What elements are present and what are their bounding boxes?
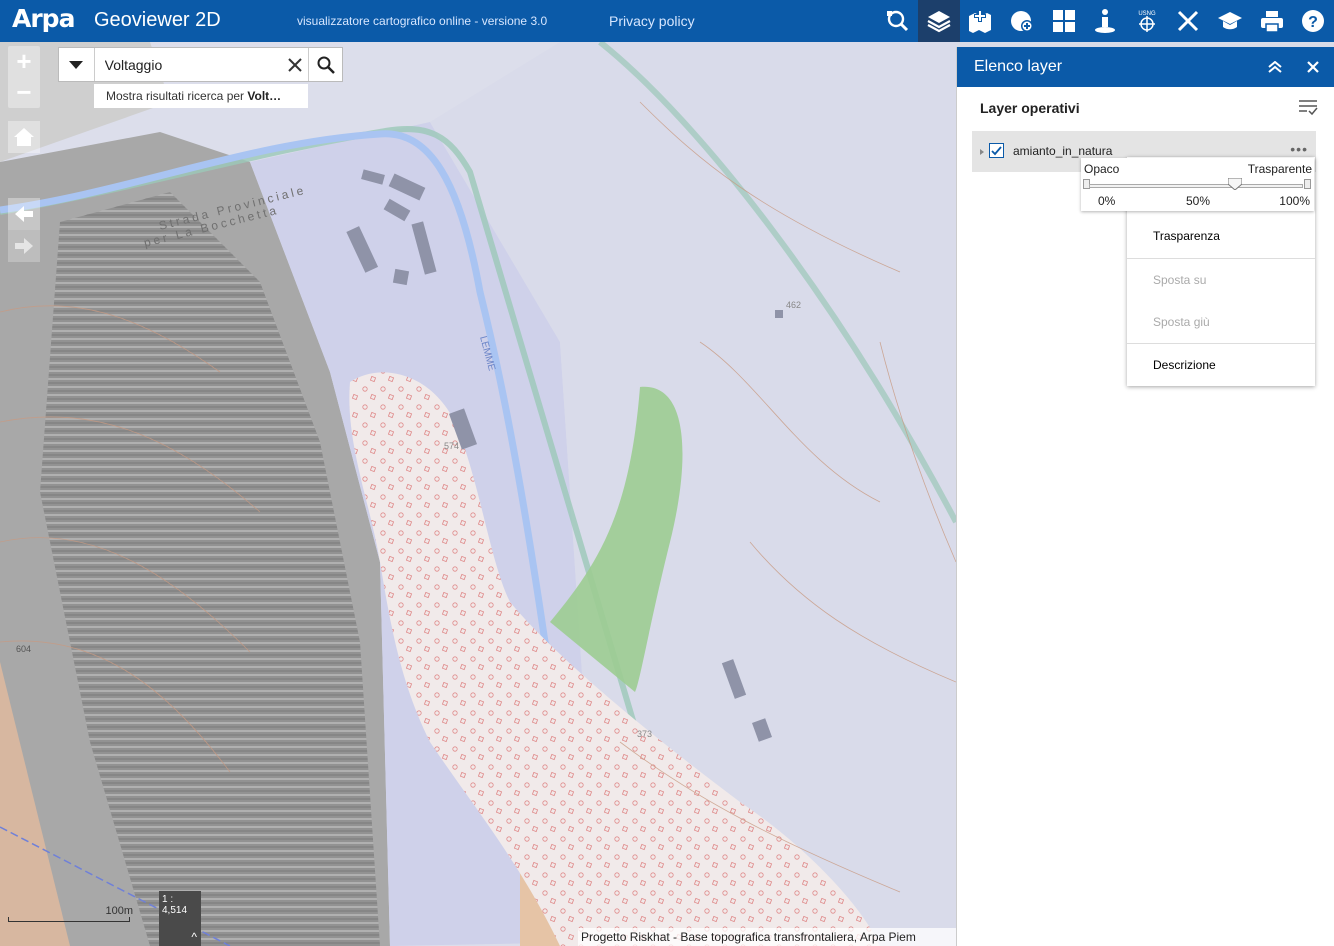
chevron-up-icon: ^: [191, 930, 197, 944]
basemap-tool-button[interactable]: [1001, 0, 1043, 42]
help-icon: ?: [1302, 10, 1325, 32]
map-view[interactable]: Strada Provinciale per La Bocchetta LEMM…: [0, 42, 956, 946]
arpa-logo[interactable]: Arpa: [12, 4, 84, 38]
close-icon: [1307, 61, 1319, 73]
menu-item-move-down[interactable]: Sposta giù: [1153, 315, 1210, 329]
home-button[interactable]: [8, 121, 40, 153]
education-tool-button[interactable]: [1209, 0, 1251, 42]
caret-down-icon: [69, 60, 84, 69]
transparency-slider-popup: Opaco Trasparente 0% 50% 100%: [1081, 158, 1314, 211]
elevation-label: 373: [637, 729, 652, 739]
search-icon: [317, 56, 335, 74]
elevation-label: 574: [444, 441, 459, 451]
panel-header: Elenco layer: [957, 47, 1334, 87]
add-data-icon: [969, 10, 992, 33]
scale-ratio-value: 4,514: [162, 905, 188, 916]
measure-tool-button[interactable]: [1168, 0, 1210, 42]
expand-layer-icon[interactable]: [980, 149, 984, 155]
print-tool-button[interactable]: [1251, 0, 1293, 42]
basemap-icon: [1011, 11, 1034, 32]
menu-item-transparency[interactable]: Trasparenza: [1153, 229, 1220, 243]
search-source-dropdown[interactable]: [59, 48, 95, 81]
app-subtitle: visualizzatore cartografico online - ver…: [297, 14, 548, 28]
help-tool-button[interactable]: ?: [1292, 0, 1334, 42]
collapse-panel-button[interactable]: [1265, 57, 1285, 77]
toolbar: USNG ?: [876, 0, 1334, 42]
search-box: [58, 47, 343, 82]
scale-bar-label: 100m: [105, 905, 133, 917]
arrow-left-icon: [15, 206, 33, 222]
menu-divider: [1127, 343, 1315, 344]
layers-icon: [927, 11, 951, 33]
section-title: Layer operativi: [980, 100, 1080, 116]
home-icon: [14, 128, 34, 146]
tick-label: 0%: [1098, 194, 1116, 208]
close-panel-button[interactable]: [1303, 57, 1323, 77]
map-canvas: Strada Provinciale per La Bocchetta LEMM…: [0, 42, 956, 946]
panel-title: Elenco layer: [974, 58, 1063, 75]
print-icon: [1260, 11, 1283, 33]
suggestion-term: Volt…: [247, 89, 282, 103]
scale-widget[interactable]: 1 : 4,514 ^: [159, 891, 201, 946]
layer-name: amianto_in_natura: [1013, 144, 1113, 158]
scale-bar: 100m: [8, 905, 133, 925]
chevron-double-up-icon: [1268, 61, 1282, 73]
privacy-policy-link[interactable]: Privacy policy: [609, 13, 695, 29]
list-options-icon: [1299, 100, 1318, 116]
measure-icon: [1178, 10, 1199, 32]
info-icon: [1095, 9, 1116, 33]
transparency-slider-thumb[interactable]: [1227, 178, 1242, 190]
opacity-low-label: Opaco: [1084, 162, 1120, 176]
app-header: Arpa Geoviewer 2D visualizzatore cartogr…: [0, 0, 1334, 42]
info-tool-button[interactable]: [1084, 0, 1126, 42]
search-input[interactable]: [94, 48, 283, 81]
elevation-label: 462: [786, 300, 801, 310]
search-suggestion[interactable]: Mostra risultati ricerca per Volt…: [94, 84, 308, 108]
close-icon: [288, 57, 303, 72]
next-extent-button[interactable]: [8, 230, 40, 262]
tick-label: 50%: [1186, 194, 1211, 208]
scale-ratio-label: 1 :: [162, 894, 174, 905]
layer-options-button[interactable]: [1298, 99, 1318, 122]
clear-search-button[interactable]: [283, 48, 309, 81]
zoom-control: + −: [8, 46, 40, 108]
coordinates-tool-button[interactable]: USNG: [1126, 0, 1168, 42]
query-icon: [887, 10, 909, 32]
transparency-slider-track[interactable]: [1089, 184, 1303, 188]
svg-text:?: ?: [1308, 14, 1318, 31]
education-icon: [1218, 12, 1243, 30]
app-title: Geoviewer 2D: [94, 9, 221, 31]
map-attribution: Progetto Riskhat - Base topografica tran…: [578, 928, 956, 946]
logo-text: Arpa: [12, 4, 75, 33]
coordinates-icon: USNG: [1138, 11, 1156, 32]
menu-item-description[interactable]: Descrizione: [1153, 358, 1216, 372]
query-tool-button[interactable]: [876, 0, 918, 42]
slider-increment-button[interactable]: [1304, 179, 1311, 189]
opacity-high-label: Trasparente: [1247, 162, 1312, 176]
arrow-right-icon: [15, 238, 33, 254]
tick-label: 100%: [1279, 194, 1310, 208]
layer-visibility-checkbox[interactable]: [989, 143, 1004, 158]
search-button[interactable]: [308, 48, 342, 81]
grid-icon: [1052, 10, 1075, 32]
suggestion-prefix: Mostra risultati ricerca per: [106, 89, 248, 103]
checkmark-icon: [991, 146, 1002, 156]
layer-more-button[interactable]: •••: [1290, 141, 1308, 157]
grid-tool-button[interactable]: [1043, 0, 1085, 42]
layers-tool-button[interactable]: [918, 0, 960, 42]
add-data-tool-button[interactable]: [960, 0, 1002, 42]
elevation-label: 604: [16, 644, 31, 654]
previous-extent-button[interactable]: [8, 198, 40, 230]
zoom-out-button[interactable]: −: [8, 77, 40, 108]
menu-item-move-up[interactable]: Sposta su: [1153, 273, 1206, 287]
menu-divider: [1127, 258, 1315, 259]
scale-bar-line: [8, 917, 130, 922]
zoom-in-button[interactable]: +: [8, 46, 40, 77]
